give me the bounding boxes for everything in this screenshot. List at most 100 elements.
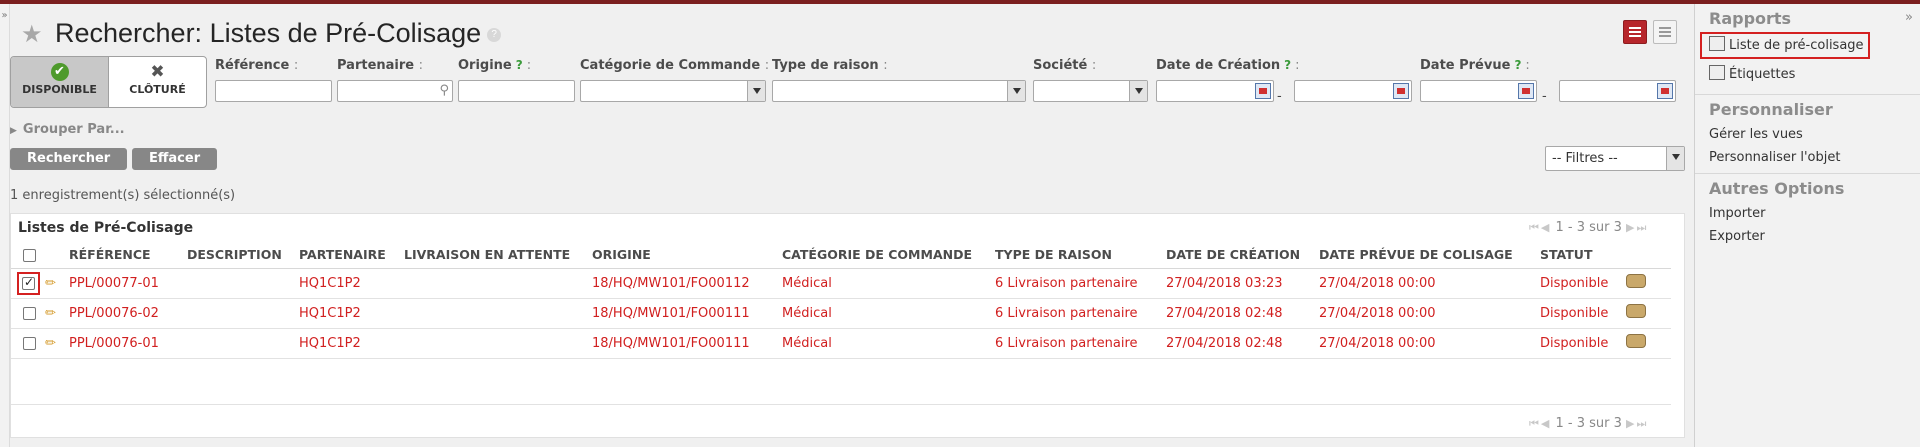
left-panel-toggle[interactable]: » — [0, 4, 10, 447]
chevron-down-icon[interactable] — [747, 81, 765, 101]
list-view-button[interactable] — [1623, 20, 1647, 44]
categorie-field: Catégorie de Commande : — [580, 58, 769, 102]
column-header[interactable]: STATUT — [1540, 242, 1626, 269]
cell-partner[interactable]: HQ1C1P2 — [299, 268, 404, 299]
select-all-checkbox[interactable] — [23, 249, 36, 263]
calendar-icon[interactable] — [1255, 83, 1271, 99]
column-header[interactable]: PARTENAIRE — [299, 242, 404, 269]
societe-select[interactable] — [1033, 80, 1148, 102]
categorie-select[interactable] — [580, 80, 766, 102]
help-icon[interactable]: ? — [1284, 58, 1291, 72]
clear-button[interactable]: Effacer — [132, 148, 218, 170]
pager-next-icon[interactable]: ▶⏭ — [1626, 221, 1648, 234]
pager-next-icon[interactable]: ▶⏭ — [1626, 417, 1648, 430]
edit-pencil-icon[interactable]: ✏ — [45, 306, 56, 321]
edit-pencil-icon[interactable]: ✏ — [45, 336, 56, 351]
group-by-toggle[interactable]: ▶ Grouper Par... — [10, 122, 125, 137]
help-icon[interactable]: ? — [487, 27, 502, 42]
table-header: RÉFÉRENCE DESCRIPTION PARTENAIRE LIVRAIS… — [11, 242, 1671, 269]
sidebar-gerer-vues[interactable]: Gérer les vues — [1695, 123, 1920, 146]
date-prevue-from-input[interactable] — [1420, 80, 1537, 102]
date-prevue-to-input[interactable] — [1559, 80, 1676, 102]
column-header[interactable]: RÉFÉRENCE — [69, 242, 187, 269]
cell-origin[interactable]: 18/HQ/MW101/FO00111 — [592, 298, 782, 329]
list-panel: Listes de Pré-Colisage ⏮◀ 1 - 3 sur 3 ▶⏭… — [10, 213, 1685, 438]
table-row[interactable]: ✏ PPL/00077-01 HQ1C1P2 18/HQ/MW101/FO001… — [11, 268, 1671, 299]
table-row[interactable]: ✏ PPL/00076-02 HQ1C1P2 18/HQ/MW101/FO001… — [11, 298, 1671, 329]
chevron-down-icon[interactable] — [1666, 147, 1684, 170]
row-checkbox[interactable] — [22, 275, 35, 290]
cell-partner[interactable]: HQ1C1P2 — [299, 328, 404, 359]
cell-reference[interactable]: PPL/00076-01 — [69, 328, 187, 359]
calendar-icon[interactable] — [1393, 83, 1409, 99]
search-icon[interactable]: ⚲ — [439, 83, 449, 98]
cell-category[interactable]: Médical — [782, 298, 995, 329]
chevron-down-icon[interactable] — [1129, 81, 1147, 101]
search-button[interactable]: Rechercher — [10, 148, 128, 170]
filter-disponible-button[interactable]: ✔ DISPONIBLE — [11, 57, 109, 107]
package-icon[interactable] — [1626, 334, 1646, 348]
filter-cloture-button[interactable]: ✖ CLÔTURÉ — [109, 57, 206, 107]
date-creation-from-input[interactable] — [1156, 80, 1274, 102]
column-header[interactable]: DATE DE CRÉATION — [1166, 242, 1319, 269]
cell-partner[interactable]: HQ1C1P2 — [299, 298, 404, 329]
type-raison-select[interactable] — [772, 80, 1026, 102]
cell-status[interactable]: Disponible — [1540, 328, 1626, 359]
calendar-icon[interactable] — [1657, 83, 1673, 99]
row-checkbox[interactable] — [23, 306, 36, 320]
cell-created[interactable]: 27/04/2018 02:48 — [1166, 328, 1319, 359]
cell-reference[interactable]: PPL/00076-02 — [69, 298, 187, 329]
report-etiquettes[interactable]: Étiquettes — [1695, 63, 1920, 86]
origine-input[interactable] — [458, 80, 575, 102]
filters-select[interactable]: -- Filtres -- — [1545, 146, 1685, 171]
cell-created[interactable]: 27/04/2018 02:48 — [1166, 298, 1319, 329]
report-liste-pre-colisage[interactable]: Liste de pré-colisage — [1702, 34, 1868, 57]
column-header[interactable]: LIVRAISON EN ATTENTE — [404, 242, 592, 269]
column-header[interactable]: TYPE DE RAISON — [995, 242, 1166, 269]
pager-prev-icon[interactable]: ⏮◀ — [1529, 221, 1551, 234]
reference-input[interactable] — [215, 80, 332, 102]
list-title: Listes de Pré-Colisage — [18, 220, 194, 236]
cell-planned[interactable]: 27/04/2018 00:00 — [1319, 298, 1540, 329]
help-icon[interactable]: ? — [1514, 58, 1521, 72]
sidebar-importer[interactable]: Importer — [1695, 202, 1920, 225]
form-view-icon — [1659, 27, 1671, 29]
right-panel-toggle[interactable]: » — [1905, 10, 1913, 25]
package-icon[interactable] — [1626, 304, 1646, 318]
partenaire-field: Partenaire : ⚲ — [337, 58, 453, 102]
pager-prev-icon[interactable]: ⏮◀ — [1529, 417, 1551, 430]
partenaire-input[interactable]: ⚲ — [337, 80, 453, 102]
cell-status[interactable]: Disponible — [1540, 268, 1626, 299]
cell-created[interactable]: 27/04/2018 03:23 — [1166, 268, 1319, 299]
column-header[interactable]: CATÉGORIE DE COMMANDE — [782, 242, 995, 269]
favorite-star-icon[interactable]: ★ — [21, 20, 43, 48]
calendar-icon[interactable] — [1518, 83, 1534, 99]
cell-reference[interactable]: PPL/00077-01 — [69, 268, 187, 299]
cell-origin[interactable]: 18/HQ/MW101/FO00111 — [592, 328, 782, 359]
filter-cloture-label: CLÔTURÉ — [129, 83, 186, 96]
cell-reason[interactable]: 6 Livraison partenaire — [995, 328, 1166, 359]
date-creation-to-input[interactable] — [1294, 80, 1412, 102]
row-checkbox[interactable] — [23, 336, 36, 350]
sidebar-personnaliser-objet[interactable]: Personnaliser l'objet — [1695, 146, 1920, 169]
table-row[interactable]: ✏ PPL/00076-01 HQ1C1P2 18/HQ/MW101/FO001… — [11, 328, 1671, 359]
title-bar: ★ Rechercher: Listes de Pré-Colisage? — [10, 14, 1694, 50]
cell-origin[interactable]: 18/HQ/MW101/FO00112 — [592, 268, 782, 299]
chevron-down-icon[interactable] — [1007, 81, 1025, 101]
form-view-button[interactable] — [1653, 20, 1677, 44]
column-header[interactable]: DESCRIPTION — [187, 242, 299, 269]
column-header[interactable]: ORIGINE — [592, 242, 782, 269]
pager-top: ⏮◀ 1 - 3 sur 3 ▶⏭ — [1529, 220, 1649, 235]
edit-pencil-icon[interactable]: ✏ — [45, 276, 56, 291]
cell-reason[interactable]: 6 Livraison partenaire — [995, 298, 1166, 329]
package-icon[interactable] — [1626, 274, 1646, 288]
column-header[interactable]: DATE PRÉVUE DE COLISAGE — [1319, 242, 1540, 269]
cell-status[interactable]: Disponible — [1540, 298, 1626, 329]
cell-reason[interactable]: 6 Livraison partenaire — [995, 268, 1166, 299]
cell-category[interactable]: Médical — [782, 268, 995, 299]
cell-planned[interactable]: 27/04/2018 00:00 — [1319, 268, 1540, 299]
cell-category[interactable]: Médical — [782, 328, 995, 359]
sidebar-exporter[interactable]: Exporter — [1695, 225, 1920, 248]
help-icon[interactable]: ? — [516, 58, 523, 72]
cell-planned[interactable]: 27/04/2018 00:00 — [1319, 328, 1540, 359]
